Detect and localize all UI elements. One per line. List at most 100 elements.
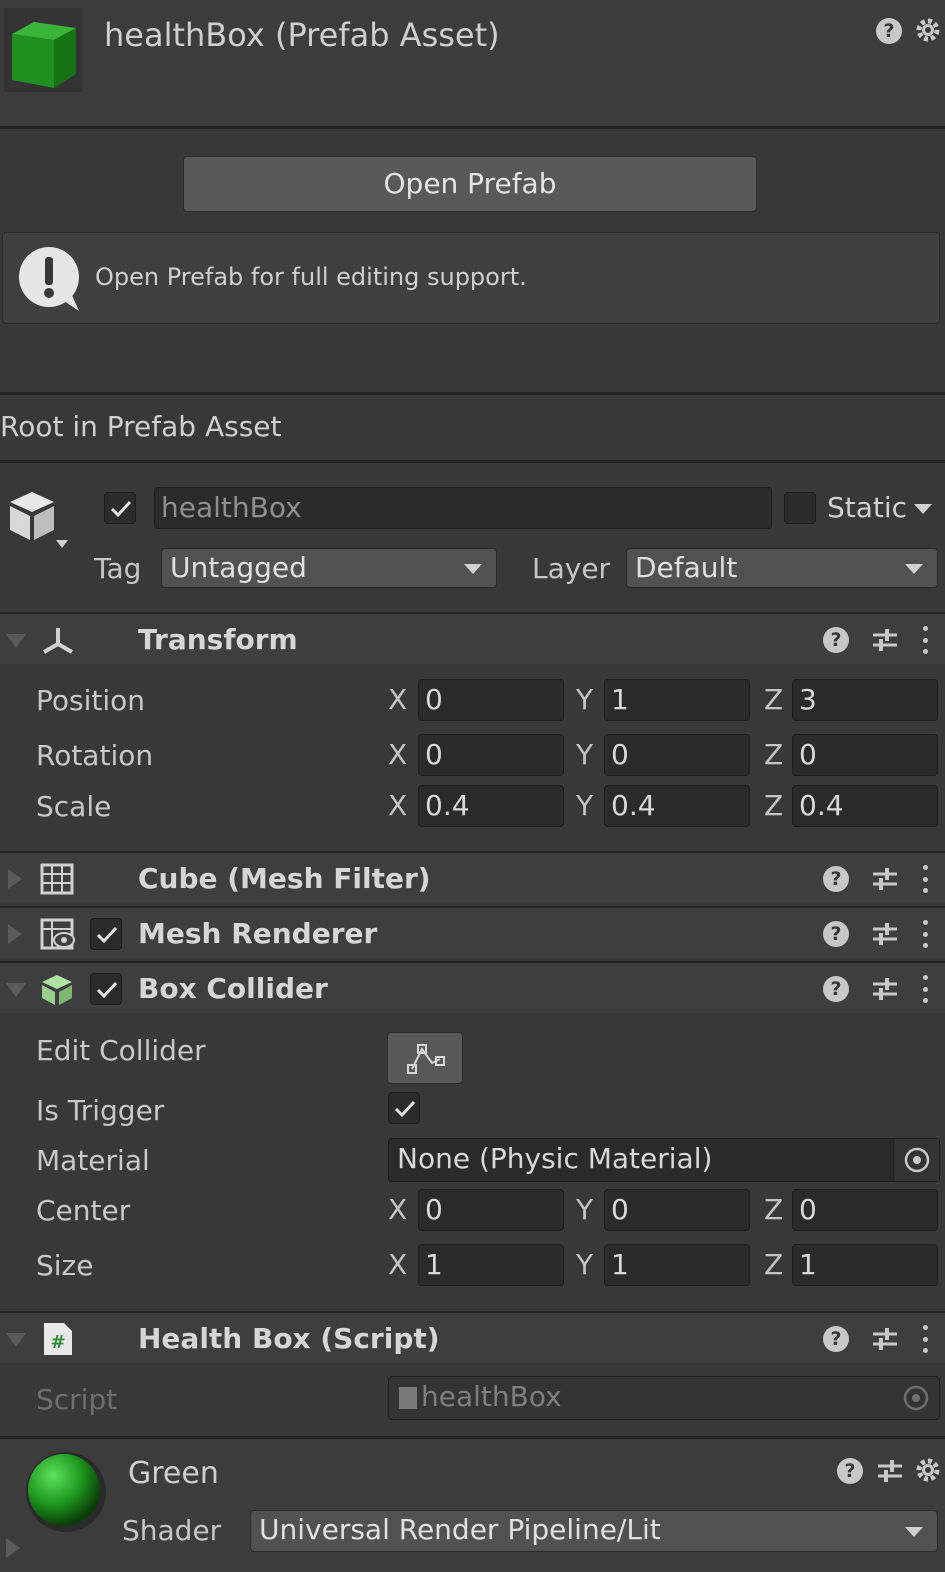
- center-z-field[interactable]: 0: [792, 1189, 938, 1231]
- layer-label: Layer: [532, 552, 611, 585]
- foldout-arrow-icon[interactable]: [6, 634, 26, 648]
- static-dropdown-arrow[interactable]: [914, 504, 932, 514]
- edit-collider-button[interactable]: [387, 1032, 463, 1084]
- tag-label: Tag: [94, 552, 142, 585]
- transform-header[interactable]: Transform ?: [0, 612, 945, 664]
- size-y-field[interactable]: 1: [604, 1244, 750, 1286]
- more-options-icon[interactable]: [921, 865, 929, 893]
- info-bubble-icon: [15, 245, 85, 315]
- material-foldout-icon[interactable]: [6, 1538, 20, 1558]
- axis-z-label[interactable]: Z: [764, 1189, 783, 1231]
- position-y-field[interactable]: 1: [604, 679, 750, 721]
- is-trigger-checkbox[interactable]: [388, 1092, 420, 1124]
- foldout-arrow-icon[interactable]: [8, 869, 22, 889]
- preset-icon[interactable]: [871, 627, 899, 653]
- mesh-renderer-enabled-checkbox[interactable]: [90, 918, 122, 950]
- active-checkbox[interactable]: [104, 492, 136, 524]
- foldout-arrow-icon[interactable]: [8, 924, 22, 944]
- static-checkbox[interactable]: [784, 492, 816, 524]
- gear-icon[interactable]: [914, 1456, 942, 1484]
- mesh-filter-header[interactable]: Cube (Mesh Filter) ?: [0, 851, 945, 903]
- info-box: Open Prefab for full editing support.: [2, 232, 940, 324]
- help-icon[interactable]: ?: [823, 866, 849, 892]
- script-field: healthBox: [388, 1376, 940, 1420]
- preset-icon[interactable]: [871, 976, 899, 1002]
- script-value: healthBox: [421, 1380, 562, 1413]
- size-z-field[interactable]: 1: [792, 1244, 938, 1286]
- mesh-renderer-icon: [40, 918, 76, 950]
- preset-icon[interactable]: [871, 866, 899, 892]
- foldout-arrow-icon[interactable]: [6, 983, 26, 997]
- foldout-arrow-icon[interactable]: [6, 1333, 26, 1347]
- help-icon[interactable]: ?: [876, 18, 902, 44]
- axis-z-label[interactable]: Z: [764, 1244, 783, 1286]
- asset-header: healthBox (Prefab Asset) ?: [0, 0, 945, 128]
- scale-x-field[interactable]: 0.4: [418, 785, 564, 827]
- axis-x-label[interactable]: X: [388, 1189, 407, 1231]
- tag-value: Untagged: [170, 551, 307, 584]
- help-icon[interactable]: ?: [823, 921, 849, 947]
- section-label: Root in Prefab Asset: [0, 410, 282, 443]
- chevron-down-icon: [905, 564, 923, 574]
- more-options-icon[interactable]: [921, 626, 929, 654]
- axis-y-label[interactable]: Y: [576, 1189, 593, 1231]
- is-trigger-label: Is Trigger: [36, 1094, 165, 1127]
- rotation-y-field[interactable]: 0: [604, 734, 750, 776]
- edit-collider-icon: [407, 1044, 445, 1074]
- axis-y-label[interactable]: Y: [576, 679, 593, 721]
- axis-x-label[interactable]: X: [388, 734, 407, 776]
- preset-icon[interactable]: [876, 1458, 904, 1484]
- physic-material-value: None (Physic Material): [397, 1142, 713, 1175]
- mesh-renderer-header[interactable]: Mesh Renderer ?: [0, 906, 945, 958]
- edit-collider-label: Edit Collider: [36, 1034, 206, 1067]
- rotation-label: Rotation: [36, 739, 154, 772]
- help-icon[interactable]: ?: [823, 627, 849, 653]
- preset-icon[interactable]: [871, 921, 899, 947]
- help-icon[interactable]: ?: [823, 1326, 849, 1352]
- axis-x-label[interactable]: X: [388, 1244, 407, 1286]
- scale-y-field[interactable]: 0.4: [604, 785, 750, 827]
- gameobject-icon[interactable]: [6, 488, 72, 554]
- rotation-z-field[interactable]: 0: [792, 734, 938, 776]
- help-icon[interactable]: ?: [823, 976, 849, 1002]
- more-options-icon[interactable]: [921, 975, 929, 1003]
- mesh-filter-title: Cube (Mesh Filter): [138, 862, 431, 895]
- box-collider-header[interactable]: Box Collider ?: [0, 961, 945, 1013]
- script-component-title: Health Box (Script): [138, 1322, 440, 1355]
- axis-y-label[interactable]: Y: [576, 734, 593, 776]
- position-x-field[interactable]: 0: [418, 679, 564, 721]
- axis-y-label[interactable]: Y: [576, 1244, 593, 1286]
- mesh-renderer-title: Mesh Renderer: [138, 917, 378, 950]
- preset-icon[interactable]: [871, 1326, 899, 1352]
- chevron-down-icon: [464, 564, 482, 574]
- center-x-field[interactable]: 0: [418, 1189, 564, 1231]
- more-options-icon[interactable]: [921, 920, 929, 948]
- layer-dropdown[interactable]: Default: [626, 548, 938, 588]
- chevron-down-icon: [905, 1527, 923, 1537]
- center-y-field[interactable]: 0: [604, 1189, 750, 1231]
- shader-dropdown[interactable]: Universal Render Pipeline/Lit: [250, 1510, 938, 1552]
- position-z-field[interactable]: 3: [792, 679, 938, 721]
- axis-x-label[interactable]: X: [388, 785, 407, 827]
- rotation-x-field[interactable]: 0: [418, 734, 564, 776]
- box-collider-enabled-checkbox[interactable]: [90, 973, 122, 1005]
- more-options-icon[interactable]: [921, 1325, 929, 1353]
- help-icon[interactable]: ?: [837, 1458, 863, 1484]
- object-picker-icon[interactable]: [893, 1139, 939, 1181]
- axis-z-label[interactable]: Z: [764, 734, 783, 776]
- size-x-field[interactable]: 1: [418, 1244, 564, 1286]
- open-prefab-button[interactable]: Open Prefab: [183, 156, 757, 212]
- axis-z-label[interactable]: Z: [764, 785, 783, 827]
- tag-dropdown[interactable]: Untagged: [161, 548, 497, 588]
- script-component-header[interactable]: # Health Box (Script) ?: [0, 1311, 945, 1363]
- physic-material-field[interactable]: None (Physic Material): [388, 1138, 940, 1182]
- axis-y-label[interactable]: Y: [576, 785, 593, 827]
- script-label: Script: [36, 1383, 118, 1416]
- axis-z-label[interactable]: Z: [764, 679, 783, 721]
- mesh-filter-icon: [40, 863, 74, 895]
- scale-z-field[interactable]: 0.4: [792, 785, 938, 827]
- axis-x-label[interactable]: X: [388, 679, 407, 721]
- gear-icon[interactable]: [914, 16, 942, 44]
- material-name: Green: [128, 1456, 219, 1491]
- gameobject-name-field[interactable]: healthBox: [154, 487, 772, 529]
